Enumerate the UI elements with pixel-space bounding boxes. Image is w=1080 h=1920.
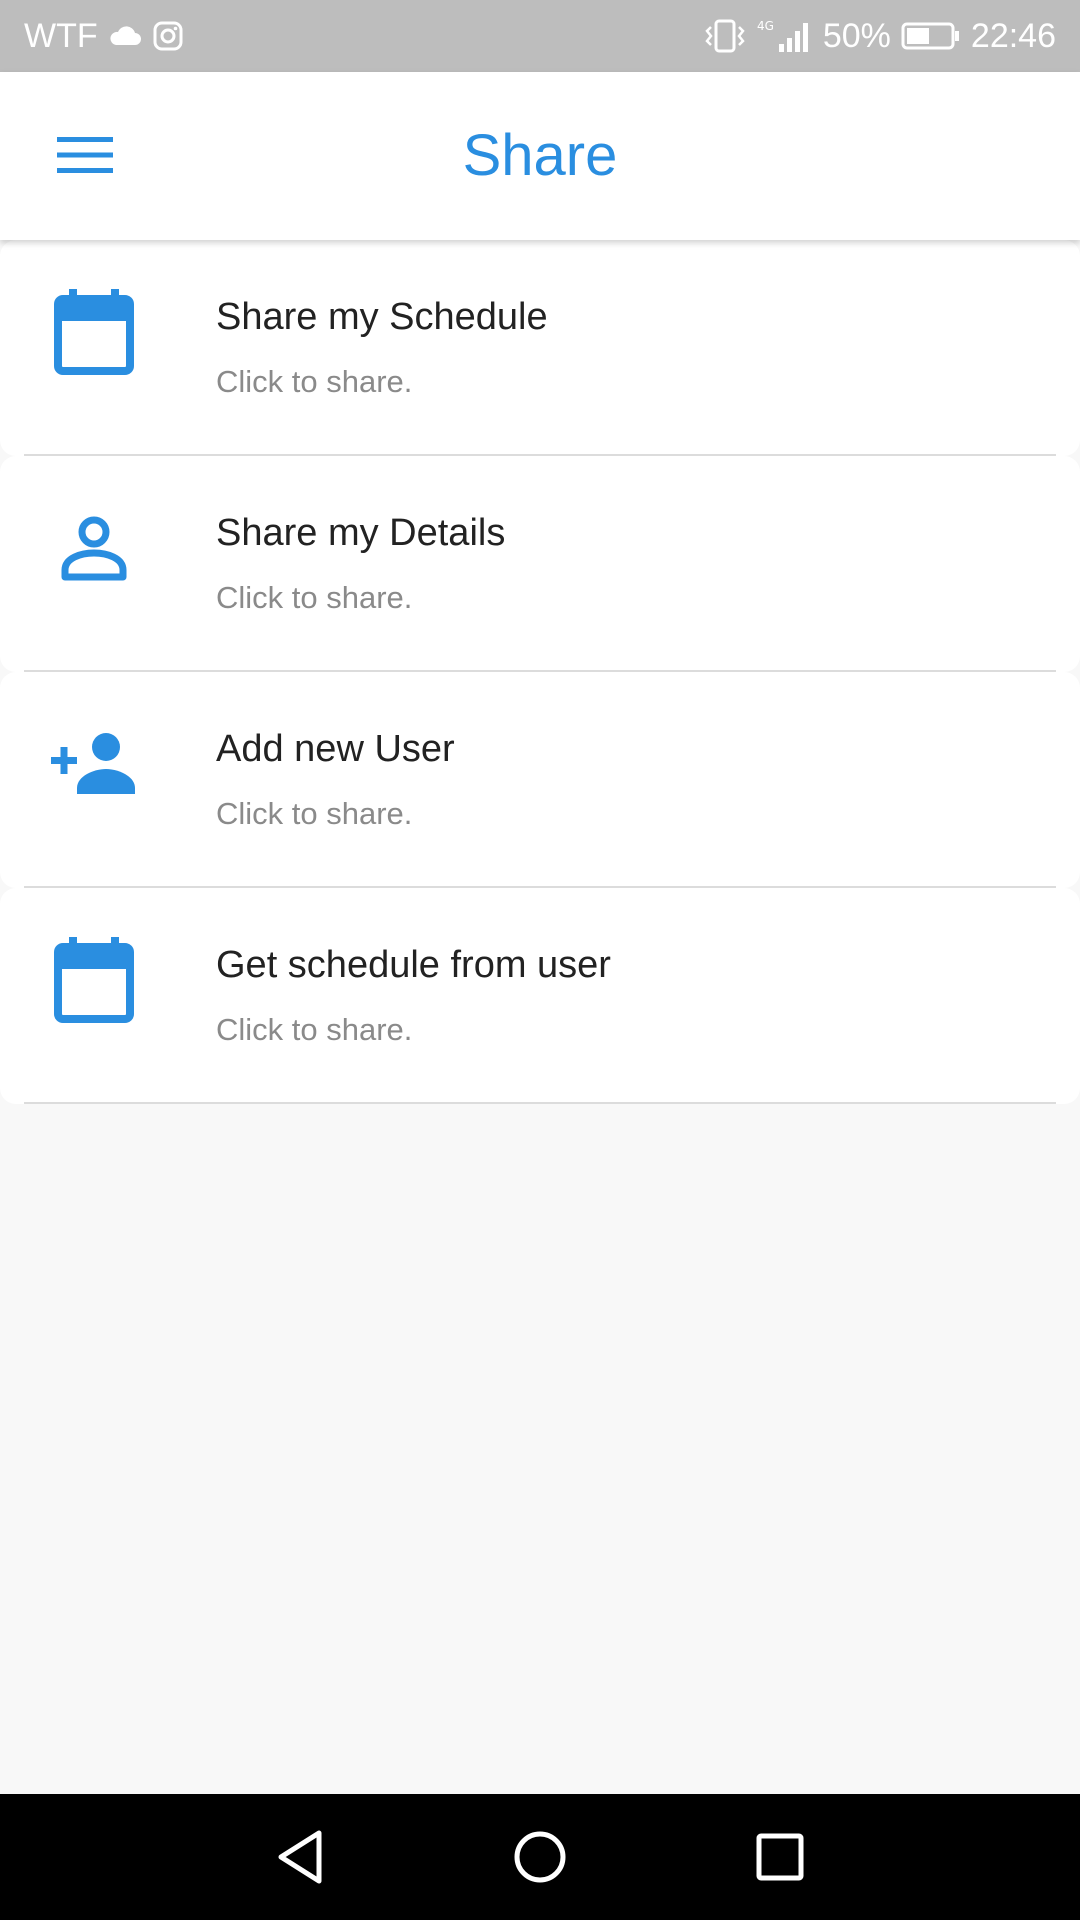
item-title: Add new User xyxy=(216,728,455,770)
calendar-icon xyxy=(46,284,142,380)
back-button[interactable] xyxy=(265,1822,335,1892)
recents-square-icon xyxy=(756,1833,804,1881)
list-item-share-schedule[interactable]: Share my Schedule Click to share. xyxy=(0,240,1080,456)
carrier-name: WTF xyxy=(24,17,98,55)
network-type: 4G xyxy=(757,19,774,33)
add-person-icon xyxy=(46,716,142,812)
item-subtitle: Click to share. xyxy=(216,580,413,615)
status-right: 4G 50% 22:46 xyxy=(703,0,1056,72)
item-title: Get schedule from user xyxy=(216,944,611,986)
list-item-share-details[interactable]: Share my Details Click to share. xyxy=(0,456,1080,672)
item-subtitle: Click to share. xyxy=(216,796,413,831)
home-circle-icon xyxy=(514,1831,566,1883)
app-bar: Share xyxy=(0,72,1080,240)
cloud-icon xyxy=(108,25,142,47)
signal-icon: 4G xyxy=(757,18,813,54)
navigation-bar xyxy=(0,1794,1080,1920)
page-title: Share xyxy=(462,123,618,188)
clock: 22:46 xyxy=(970,17,1056,55)
list-item-get-schedule[interactable]: Get schedule from user Click to share. xyxy=(0,888,1080,1104)
vibrate-icon xyxy=(703,19,747,53)
list-item-add-user[interactable]: Add new User Click to share. xyxy=(0,672,1080,888)
item-title: Share my Schedule xyxy=(216,296,548,338)
battery-percent: 50% xyxy=(822,17,891,55)
home-button[interactable] xyxy=(505,1822,575,1892)
recents-button[interactable] xyxy=(745,1822,815,1892)
person-icon xyxy=(46,500,142,596)
share-options-list: Share my Schedule Click to share. Share … xyxy=(0,240,1080,1104)
status-bar: WTF 4G 50% 22:46 xyxy=(0,0,1080,72)
item-subtitle: Click to share. xyxy=(216,1012,413,1047)
back-triangle-icon xyxy=(278,1830,322,1884)
status-left: WTF xyxy=(24,0,184,72)
item-title: Share my Details xyxy=(216,512,506,554)
battery-icon xyxy=(901,21,961,51)
calendar-icon xyxy=(46,932,142,1028)
instagram-icon xyxy=(152,20,184,52)
item-subtitle: Click to share. xyxy=(216,364,413,399)
